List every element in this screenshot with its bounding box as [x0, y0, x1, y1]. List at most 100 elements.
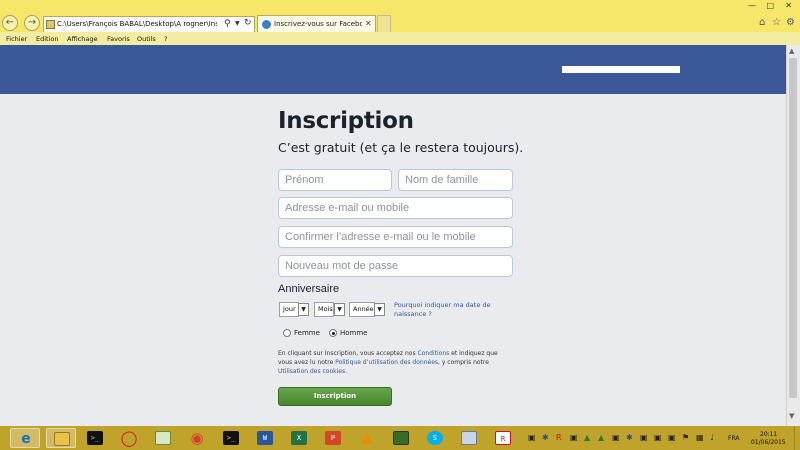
- terms-part-1: En cliquant sur Inscription, vous accept…: [278, 350, 418, 357]
- taskbar-image-viewer[interactable]: [148, 428, 178, 448]
- taskbar-powerpoint[interactable]: P: [318, 428, 348, 448]
- tray-app-icon[interactable]: ▣: [654, 432, 662, 443]
- tray-app-icon[interactable]: ▲: [584, 432, 590, 443]
- taskbar-books[interactable]: [386, 428, 416, 448]
- input-language[interactable]: FRA: [728, 435, 739, 442]
- gender-male-label[interactable]: Homme: [340, 329, 368, 337]
- taskbar-command-prompt-2[interactable]: >_: [216, 428, 246, 448]
- menu-outils[interactable]: Outils: [137, 35, 156, 43]
- signup-button[interactable]: Inscription: [278, 387, 392, 406]
- close-icon[interactable]: ✕: [365, 19, 372, 28]
- chevron-down-icon[interactable]: ▼: [334, 303, 345, 316]
- tray-r-icon[interactable]: R: [556, 432, 562, 443]
- minimize-icon[interactable]: —: [748, 1, 756, 10]
- chevron-down-icon[interactable]: ▼: [235, 20, 240, 27]
- tray-app-icon[interactable]: ▣: [528, 432, 536, 443]
- taskbar-vlc[interactable]: ▲: [352, 428, 382, 448]
- tab-facebook-signup[interactable]: Inscrivez-vous sur Faceboo... ✕: [257, 15, 376, 33]
- taskbar-skype[interactable]: S: [420, 428, 450, 448]
- gear-icon[interactable]: ⚙: [786, 17, 795, 28]
- menu-affichage[interactable]: Affichage: [67, 35, 98, 43]
- tray-app-icon[interactable]: ▣: [640, 432, 648, 443]
- address-bar[interactable]: C:\Users\François BABAL\Desktop\A rogner…: [43, 16, 255, 33]
- volume-icon[interactable]: ♩: [710, 432, 714, 443]
- scroll-up-icon[interactable]: ▲: [789, 47, 794, 55]
- data-policy-link[interactable]: Politique d’utilisation des données: [335, 359, 438, 366]
- refresh-icon[interactable]: ↻: [244, 18, 252, 28]
- books-icon: [393, 431, 409, 445]
- taskbar-excel[interactable]: X: [284, 428, 314, 448]
- search-icon[interactable]: ⚲: [224, 19, 231, 29]
- tray-app-icon[interactable]: ▣: [668, 432, 676, 443]
- taskbar-opera[interactable]: ◯: [114, 428, 144, 448]
- favorites-star-icon[interactable]: ☆: [772, 17, 781, 28]
- tab-title: Inscrivez-vous sur Faceboo...: [274, 20, 362, 28]
- bluetooth-icon[interactable]: ✱: [542, 432, 549, 443]
- gender-female-option[interactable]: Femme: [283, 329, 328, 338]
- birthday-month-select[interactable]: Mois ▼: [314, 302, 346, 317]
- ie-page-icon: [262, 20, 271, 29]
- back-button[interactable]: ←: [2, 15, 18, 31]
- tray-app-icon[interactable]: ▣: [570, 432, 578, 443]
- command-prompt-icon: >_: [223, 431, 239, 445]
- opera-icon: ◯: [120, 429, 138, 447]
- firstname-input[interactable]: [278, 169, 392, 191]
- home-icon[interactable]: ⌂: [759, 17, 765, 28]
- word-icon: W: [257, 431, 273, 445]
- menu-help[interactable]: ?: [164, 35, 167, 43]
- taskbar-internet-explorer[interactable]: e: [10, 428, 40, 448]
- network-icon[interactable]: ▦: [696, 432, 704, 443]
- show-desktop-button[interactable]: [794, 426, 800, 450]
- taskbar-r-app[interactable]: R: [488, 428, 518, 448]
- clock-date[interactable]: 01/06/2015: [751, 439, 786, 446]
- arrow-left-icon: ←: [5, 17, 15, 28]
- command-prompt-icon: >_: [87, 431, 103, 445]
- page-subtitle: C’est gratuit (et ça le restera toujours…: [278, 140, 524, 155]
- menu-edition[interactable]: Edition: [36, 35, 59, 43]
- maximize-icon[interactable]: □: [766, 1, 774, 10]
- radio-male[interactable]: [329, 329, 337, 337]
- menu-fichier[interactable]: Fichier: [6, 35, 27, 43]
- menu-favoris[interactable]: Favoris: [107, 35, 130, 43]
- taskbar-file-explorer[interactable]: [46, 428, 76, 448]
- scrollbar-thumb[interactable]: [789, 58, 797, 398]
- email-input[interactable]: [278, 197, 513, 219]
- page-title: Inscription: [278, 108, 414, 134]
- chevron-down-icon[interactable]: ▼: [374, 303, 385, 316]
- birthday-day-select[interactable]: Jour ▼: [279, 302, 311, 317]
- terms-text: En cliquant sur Inscription, vous accept…: [278, 349, 513, 376]
- taskbar: e >_ ◯ ◉ >_ W X P ▲ S R ▣ ✱ R ▣ ▲ ▲ ▣ ✱ …: [0, 426, 800, 450]
- header-login-field[interactable]: [562, 66, 680, 73]
- close-window-icon[interactable]: ✕: [785, 1, 792, 10]
- password-input[interactable]: [278, 255, 513, 277]
- internet-explorer-icon: e: [21, 431, 31, 447]
- excel-icon: X: [291, 431, 307, 445]
- radio-female[interactable]: [283, 329, 291, 337]
- navigation-bar: ← → C:\Users\François BABAL\Desktop\A ro…: [0, 12, 800, 33]
- conditions-link[interactable]: Conditions: [417, 350, 449, 357]
- address-text[interactable]: C:\Users\François BABAL\Desktop\A rogner…: [57, 20, 217, 28]
- email-confirm-input[interactable]: [278, 226, 513, 248]
- gender-female-label[interactable]: Femme: [294, 329, 320, 337]
- taskbar-chrome[interactable]: ◉: [182, 428, 212, 448]
- scroll-down-icon[interactable]: ▼: [789, 412, 794, 420]
- lastname-input[interactable]: [398, 169, 513, 191]
- clock-time[interactable]: 20:11: [760, 431, 777, 438]
- flag-icon[interactable]: ⚑: [682, 432, 689, 443]
- gender-male-option[interactable]: Homme: [329, 329, 374, 338]
- tray-app-icon[interactable]: ▣: [612, 432, 620, 443]
- new-tab-button[interactable]: [377, 15, 391, 33]
- cookies-link[interactable]: Utilisation des cookies: [278, 368, 345, 375]
- birthday-year-select[interactable]: Année ▼: [349, 302, 387, 317]
- taskbar-calculator[interactable]: [454, 428, 484, 448]
- tray-app-icon[interactable]: ▲: [598, 432, 604, 443]
- arrow-right-icon: →: [27, 17, 37, 28]
- taskbar-command-prompt[interactable]: >_: [80, 428, 110, 448]
- bluetooth-icon[interactable]: ✱: [626, 432, 633, 443]
- taskbar-word[interactable]: W: [250, 428, 280, 448]
- chevron-down-icon[interactable]: ▼: [298, 303, 309, 316]
- terms-part-4: .: [345, 368, 348, 375]
- notification-tray: ▣ ✱ R ▣ ▲ ▲ ▣ ✱ ▣ ▣ ▣ ⚑ ▦ ♩: [528, 430, 728, 446]
- birthday-why-link[interactable]: Pourquoi indiquer ma date de naissance ?: [394, 301, 494, 319]
- forward-button[interactable]: →: [24, 15, 40, 31]
